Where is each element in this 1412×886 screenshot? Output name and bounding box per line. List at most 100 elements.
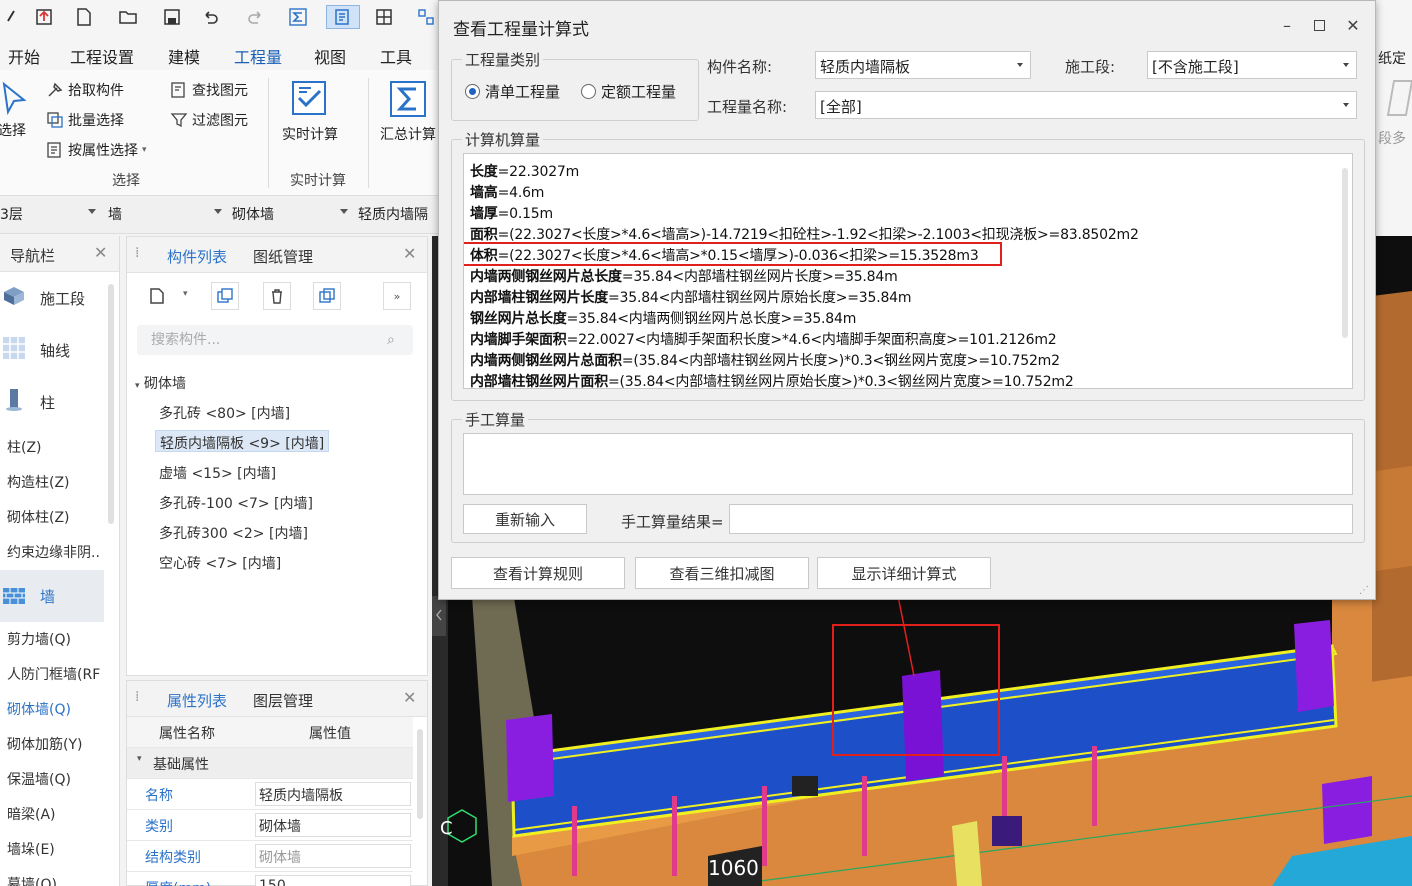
nav-item-wall[interactable]: 墙 bbox=[0, 570, 104, 622]
upload-icon[interactable] bbox=[32, 5, 56, 29]
drag-handle-icon[interactable]: ⁞ bbox=[135, 689, 139, 705]
select-button[interactable]: 选择 bbox=[0, 80, 30, 140]
tree-group-masonry-wall[interactable]: ▾ 砌体墙 bbox=[135, 373, 186, 393]
menu-start[interactable]: 开始 bbox=[8, 44, 40, 68]
drag-handle-icon[interactable]: ⁞ bbox=[135, 245, 139, 261]
calc-formula-box[interactable]: 长度=22.3027m 墙高=4.6m 墙厚=0.15m 面积=(22.3027… bbox=[463, 153, 1353, 389]
tab-layer-management[interactable]: 图层管理 bbox=[253, 690, 313, 711]
close-icon[interactable]: ✕ bbox=[403, 244, 416, 263]
tree-item-component-selected[interactable]: 轻质内墙隔板 <9> [内墙] bbox=[155, 430, 330, 452]
filter-element-button[interactable]: 过滤图元 bbox=[170, 110, 248, 130]
tree-item-component[interactable]: 多孔砖 <80> [内墙] bbox=[155, 401, 294, 425]
tree-item-component[interactable]: 多孔砖300 <2> [内墙] bbox=[155, 521, 312, 545]
attribute-select-button[interactable]: 按属性选择 ▾ bbox=[46, 140, 147, 160]
nav-sub-item-masonry-wall[interactable]: 砌体墙(Q) bbox=[0, 692, 104, 726]
nav-scrollbar[interactable] bbox=[108, 284, 114, 524]
subtype-select[interactable]: 砌体墙 bbox=[232, 204, 352, 226]
pick-component-button[interactable]: 拾取构件 bbox=[46, 80, 124, 100]
property-section-row[interactable]: ▾ 基础属性 bbox=[127, 748, 413, 779]
nav-sub-item[interactable]: 剪力墙(Q) bbox=[0, 622, 104, 656]
tab-drawing-management[interactable]: 图纸管理 bbox=[253, 246, 313, 267]
app-menu-icon[interactable] bbox=[2, 5, 26, 29]
new-component-icon[interactable] bbox=[143, 282, 171, 310]
nav-item-stage[interactable]: 施工段 bbox=[0, 272, 104, 324]
manual-result-input[interactable] bbox=[729, 504, 1353, 534]
highlight-box-volume bbox=[464, 242, 1002, 266]
nav-sub-item[interactable]: 人防门框墙(RF bbox=[0, 657, 104, 691]
search-icon[interactable]: ⌕ bbox=[387, 325, 395, 355]
reinput-button[interactable]: 重新输入 bbox=[463, 504, 587, 534]
maximize-icon[interactable] bbox=[1307, 13, 1331, 37]
property-value-input[interactable]: 轻质内墙隔板 bbox=[255, 782, 411, 806]
property-scrollbar[interactable] bbox=[417, 729, 423, 819]
batch-select-button[interactable]: 批量选择 bbox=[46, 110, 124, 130]
search-input[interactable]: 搜索构件... ⌕ bbox=[137, 325, 413, 355]
tree-item-component[interactable]: 多孔砖-100 <7> [内墙] bbox=[155, 491, 317, 515]
axis-grid-icon bbox=[3, 337, 25, 359]
report-view-icon[interactable] bbox=[326, 5, 360, 29]
copy-component-icon[interactable] bbox=[211, 282, 239, 310]
new-file-icon[interactable] bbox=[72, 5, 96, 29]
menu-tools[interactable]: 工具 bbox=[380, 44, 412, 68]
calc-scrollbar[interactable] bbox=[1342, 168, 1348, 338]
close-icon[interactable]: ✕ bbox=[94, 243, 107, 262]
menu-view[interactable]: 视图 bbox=[314, 44, 346, 68]
duplicate-icon[interactable] bbox=[313, 282, 341, 310]
nav-sub-item[interactable]: 保温墙(Q) bbox=[0, 762, 104, 796]
nav-sub-item[interactable]: 墙垛(E) bbox=[0, 832, 104, 866]
nav-sub-item[interactable]: 砌体加筋(Y) bbox=[0, 727, 104, 761]
undo-icon[interactable] bbox=[198, 5, 222, 29]
delete-icon[interactable] bbox=[263, 282, 291, 310]
find-element-button[interactable]: 查找图元 bbox=[170, 80, 248, 100]
more-chevron-icon[interactable]: » bbox=[383, 282, 411, 310]
col-header-value: 属性值 bbox=[309, 726, 351, 742]
drawing-icon[interactable] bbox=[1386, 80, 1412, 116]
menu-quantity[interactable]: 工程量 bbox=[234, 44, 283, 72]
radio-bill-quantity[interactable]: 清单工程量 bbox=[465, 81, 560, 102]
stage-select[interactable]: [不含施工段] bbox=[1147, 51, 1357, 79]
view-calc-rules-button[interactable]: 查看计算规则 bbox=[451, 557, 625, 589]
nav-sub-item[interactable]: 幕墙(Q) bbox=[0, 867, 104, 886]
type-select[interactable]: 墙 bbox=[108, 204, 226, 226]
layout-icon[interactable] bbox=[414, 5, 438, 29]
property-value-input[interactable]: 砌体墙 bbox=[255, 844, 411, 868]
close-icon[interactable]: ✕ bbox=[1341, 13, 1365, 37]
nav-sub-item[interactable]: 柱(Z) bbox=[0, 430, 104, 464]
minimize-icon[interactable]: – bbox=[1275, 13, 1299, 37]
menu-modeling[interactable]: 建模 bbox=[168, 44, 200, 68]
quantity-name-select[interactable]: [全部] bbox=[815, 91, 1357, 119]
menu-project-settings[interactable]: 工程设置 bbox=[70, 44, 134, 68]
view-3d-deduction-button[interactable]: 查看三维扣减图 bbox=[635, 557, 809, 589]
property-value-input[interactable]: 砌体墙 bbox=[255, 813, 411, 837]
realtime-calc-button[interactable]: 实时计算 bbox=[282, 78, 338, 144]
nav-sub-item[interactable]: 构造柱(Z) bbox=[0, 465, 104, 499]
radio-quota-quantity[interactable]: 定额工程量 bbox=[581, 81, 676, 102]
redo-icon[interactable] bbox=[244, 5, 268, 29]
chevron-down-icon[interactable]: ▾ bbox=[137, 754, 142, 764]
nav-sub-item[interactable]: 约束边缘非阴.. bbox=[0, 535, 104, 569]
nav-sub-item[interactable]: 暗梁(A) bbox=[0, 797, 104, 831]
nav-sub-item[interactable]: 砌体柱(Z) bbox=[0, 500, 104, 534]
close-icon[interactable]: ✕ bbox=[403, 688, 416, 707]
property-value-input[interactable]: 150 bbox=[255, 875, 411, 886]
resize-grip-icon[interactable]: ⋰ bbox=[1359, 585, 1369, 596]
tab-component-list[interactable]: 构件列表 bbox=[167, 246, 227, 267]
tab-property-list[interactable]: 属性列表 bbox=[167, 690, 227, 711]
manual-calc-input[interactable] bbox=[463, 433, 1353, 495]
table-grid-icon[interactable] bbox=[372, 5, 396, 29]
floor-select[interactable]: 3层 bbox=[0, 204, 100, 226]
dialog-title: 查看工程量计算式 bbox=[453, 20, 589, 40]
nav-item-axis[interactable]: 轴线 bbox=[0, 324, 104, 376]
show-detailed-formula-button[interactable]: 显示详细计算式 bbox=[817, 557, 991, 589]
summary-calc-button[interactable]: 汇总计算 bbox=[380, 78, 436, 144]
open-folder-icon[interactable] bbox=[116, 5, 140, 29]
chevron-down-icon[interactable]: ▾ bbox=[183, 289, 188, 299]
component-name-select[interactable]: 轻质内墙隔板 bbox=[815, 51, 1031, 79]
sigma-icon[interactable] bbox=[286, 5, 310, 29]
chevron-down-icon[interactable]: ▾ bbox=[135, 381, 140, 391]
nav-item-column[interactable]: 柱 bbox=[0, 376, 104, 428]
tree-item-component[interactable]: 虚墙 <15> [内墙] bbox=[155, 461, 280, 485]
tree-item-component[interactable]: 空心砖 <7> [内墙] bbox=[155, 551, 285, 575]
save-icon[interactable] bbox=[160, 5, 184, 29]
component-select[interactable]: 轻质内墙隔 bbox=[358, 204, 440, 226]
